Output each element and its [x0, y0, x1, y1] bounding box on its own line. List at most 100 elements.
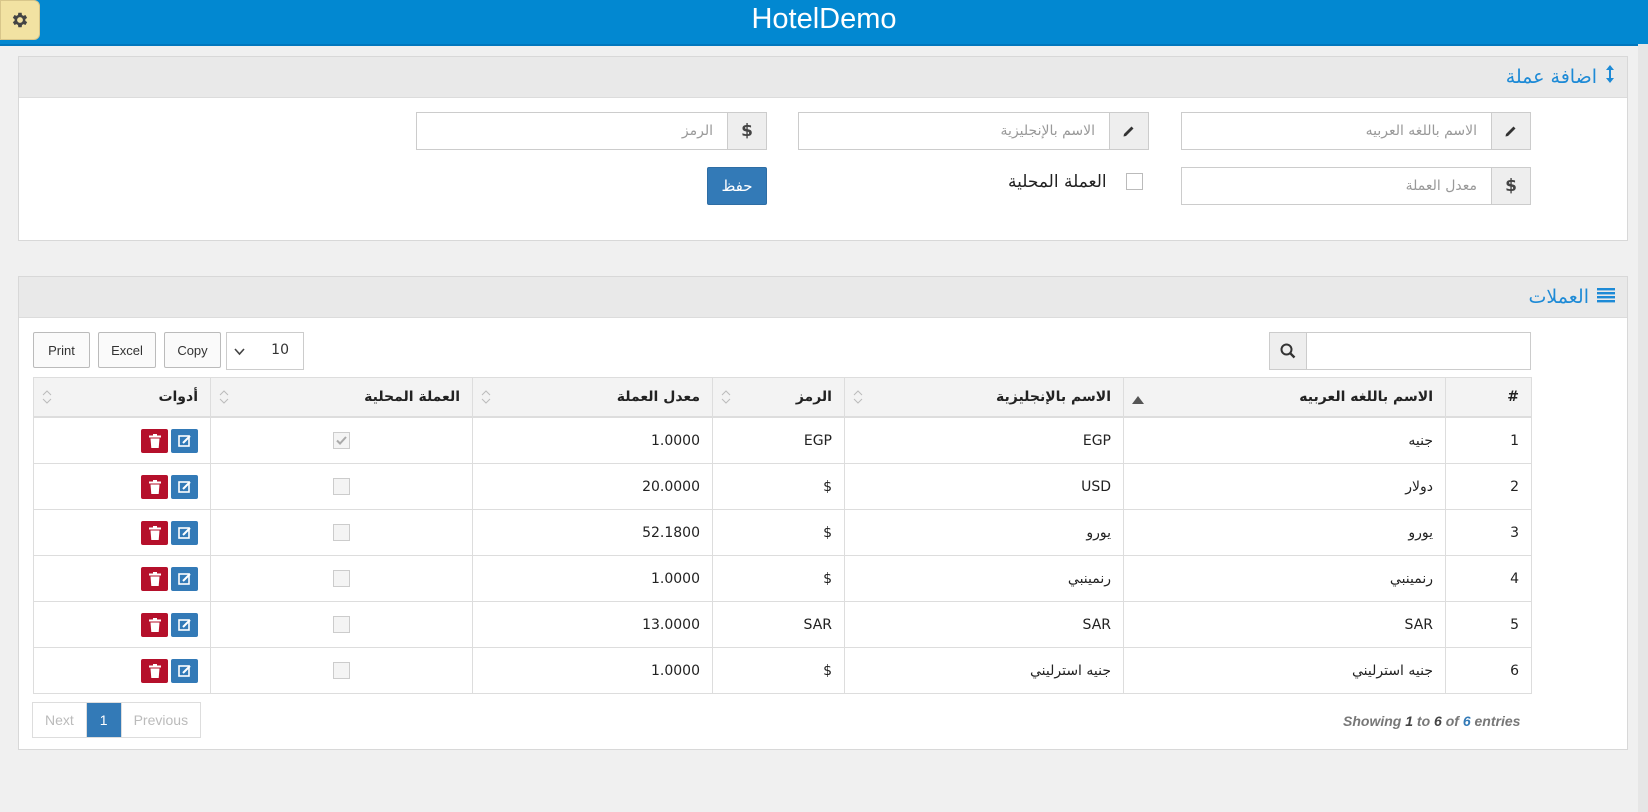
english-name-input[interactable] [799, 113, 1109, 149]
cell-arabic-name: رنمينبي [1123, 555, 1446, 602]
cell-number: 4 [1445, 555, 1532, 602]
edit-icon [177, 480, 191, 493]
col-header-number[interactable]: # [1445, 377, 1532, 418]
rate-field[interactable]: $ [1181, 167, 1531, 205]
search-field[interactable] [1269, 332, 1533, 371]
gear-icon [12, 12, 28, 28]
cell-symbol: $ [712, 463, 845, 510]
table-row: 1 جنيه EGP EGP 1.0000 [33, 416, 1532, 464]
trash-icon [148, 525, 161, 540]
cell-english-name: رنمينبي [844, 555, 1124, 602]
sort-both-icon [853, 390, 863, 408]
cell-local [210, 601, 473, 648]
dollar-icon: $ [727, 113, 766, 149]
pencil-icon [1109, 113, 1148, 149]
local-checkbox-checked[interactable] [333, 432, 350, 449]
col-header-arabic-name[interactable]: الاسم باللغه العربيه [1123, 377, 1446, 418]
cell-number: 1 [1445, 416, 1532, 464]
delete-button[interactable] [141, 612, 168, 637]
page-length-select[interactable]: 10 [226, 332, 304, 370]
table-row: 2 دولار USD $ 20.0000 [33, 463, 1532, 510]
add-currency-title-text: اضافة عملة [1505, 66, 1597, 88]
edit-button[interactable] [171, 428, 198, 453]
english-name-field[interactable] [798, 112, 1149, 150]
col-header-symbol[interactable]: الرمز [712, 377, 845, 418]
cell-number: 2 [1445, 463, 1532, 510]
symbol-field[interactable]: $ [416, 112, 767, 150]
col-header-tools[interactable]: أدوات [33, 377, 211, 418]
rate-input[interactable] [1182, 168, 1491, 204]
cell-number: 6 [1445, 647, 1532, 694]
table-body: 1 جنيه EGP EGP 1.0000 2 دولار USD $ 20.0… [33, 416, 1532, 694]
col-header-rate[interactable]: معدل العملة [472, 377, 713, 418]
local-checkbox[interactable] [333, 524, 350, 541]
excel-button[interactable]: Excel [98, 332, 156, 368]
pencil-icon [1491, 113, 1530, 149]
trash-icon [148, 617, 161, 632]
sort-asc-icon [1132, 392, 1144, 408]
cell-english-name: SAR [844, 601, 1124, 648]
local-checkbox[interactable] [333, 662, 350, 679]
add-currency-panel-title: اضافة عملة [1506, 57, 1615, 97]
cell-local [210, 416, 473, 464]
cell-tools [33, 601, 211, 648]
edit-button[interactable] [171, 520, 198, 545]
sort-both-icon [721, 390, 731, 408]
currencies-panel-title: العملات [1529, 277, 1615, 317]
delete-button[interactable] [141, 428, 168, 453]
arabic-name-field[interactable] [1181, 112, 1531, 150]
add-currency-panel-header: اضافة عملة [19, 57, 1627, 98]
cell-local [210, 463, 473, 510]
arabic-name-input[interactable] [1182, 113, 1491, 149]
save-button[interactable]: حفظ [707, 167, 767, 205]
copy-button[interactable]: Copy [164, 332, 221, 368]
search-icon [1270, 333, 1307, 369]
edit-button[interactable] [171, 566, 198, 591]
col-header-number-label: # [1507, 389, 1519, 405]
pagination: Next 1 Previous [32, 702, 202, 738]
cell-tools [33, 463, 211, 510]
print-button[interactable]: Print [33, 332, 90, 368]
delete-button[interactable] [141, 658, 168, 683]
cell-local [210, 509, 473, 556]
symbol-input[interactable] [417, 113, 727, 149]
page-length-value: 10 [271, 342, 289, 358]
sort-both-icon [481, 390, 491, 408]
cell-english-name: جنيه استرليني [844, 647, 1124, 694]
search-input[interactable] [1307, 333, 1533, 371]
sort-both-icon [42, 390, 52, 408]
sort-both-icon [219, 390, 229, 408]
page-edge [1638, 44, 1648, 812]
edit-button[interactable] [171, 658, 198, 683]
cell-symbol: $ [712, 555, 845, 602]
cell-tools [33, 647, 211, 694]
cell-english-name: يورو [844, 509, 1124, 556]
trash-icon [148, 663, 161, 678]
local-checkbox[interactable] [333, 616, 350, 633]
cell-english-name: EGP [844, 416, 1124, 464]
table-row: 5 SAR SAR SAR 13.0000 [33, 601, 1532, 648]
col-header-local-label: العملة المحلية [364, 389, 460, 405]
edit-icon [177, 618, 191, 631]
edit-icon [177, 664, 191, 677]
edit-button[interactable] [171, 612, 198, 637]
local-currency-checkbox[interactable] [1126, 173, 1143, 190]
cell-local [210, 555, 473, 602]
delete-button[interactable] [141, 566, 168, 591]
edit-button[interactable] [171, 474, 198, 499]
cell-arabic-name: جنيه استرليني [1123, 647, 1446, 694]
col-header-local[interactable]: العملة المحلية [210, 377, 473, 418]
table-row: 6 جنيه استرليني جنيه استرليني $ 1.0000 [33, 647, 1532, 694]
local-checkbox[interactable] [333, 570, 350, 587]
info-from: 1 [1405, 713, 1414, 729]
delete-button[interactable] [141, 474, 168, 499]
pager-page-1[interactable]: 1 [86, 703, 121, 737]
delete-button[interactable] [141, 520, 168, 545]
pager-previous[interactable]: Previous [120, 703, 201, 737]
col-header-english-name[interactable]: الاسم بالإنجليزية [844, 377, 1124, 418]
settings-button[interactable] [0, 0, 40, 40]
local-checkbox[interactable] [333, 478, 350, 495]
pager-next[interactable]: Next [33, 703, 87, 737]
list-icon [1597, 276, 1615, 318]
cell-rate: 20.0000 [472, 463, 713, 510]
